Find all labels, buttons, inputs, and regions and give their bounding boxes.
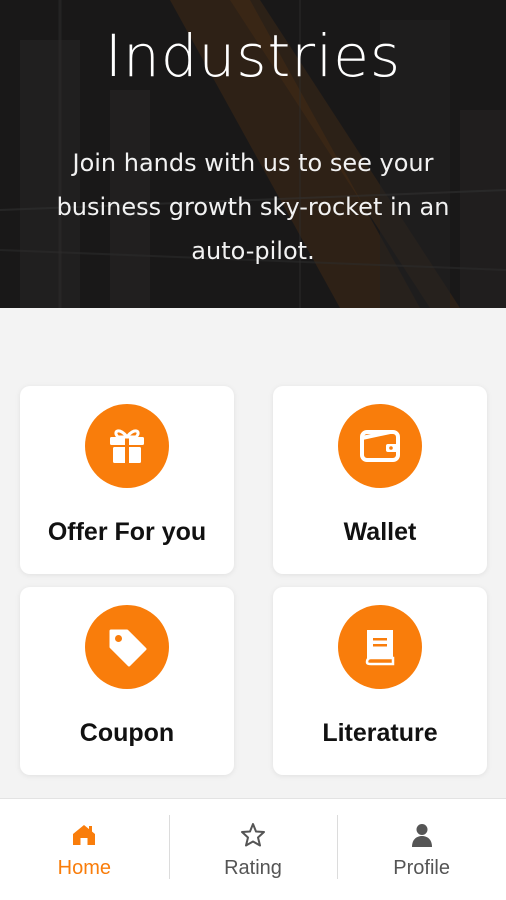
nav-item-home[interactable]: Home: [0, 799, 169, 900]
bottom-nav: Home Rating Profile: [0, 798, 506, 900]
wallet-card[interactable]: Wallet: [273, 386, 487, 574]
card-label: Coupon: [79, 719, 175, 747]
nav-label-profile: Profile: [393, 857, 450, 879]
wallet-icon: [338, 404, 422, 488]
book-icon: [338, 605, 422, 689]
literature-card[interactable]: Literature: [273, 587, 487, 775]
card-label: Offer For you: [47, 518, 207, 546]
star-icon: [240, 823, 265, 847]
coupon-card[interactable]: Coupon: [20, 587, 234, 775]
person-icon: [411, 824, 432, 847]
offer-card[interactable]: Offer For you: [20, 386, 234, 574]
home-icon: [73, 825, 96, 845]
nav-label-home: Home: [57, 857, 111, 879]
card-label: Wallet: [343, 518, 417, 546]
gift-icon: [85, 404, 169, 488]
card-label: Literature: [322, 719, 438, 747]
page-title: Industries: [104, 22, 402, 90]
nav-item-rating[interactable]: Rating: [168, 799, 338, 900]
nav-label-rating: Rating: [224, 857, 282, 879]
hero-banner: Industries Join hands with us to see you…: [0, 0, 506, 308]
tag-icon: [85, 605, 169, 689]
hero-subtitle: Join hands with us to see your business …: [56, 149, 450, 265]
nav-item-profile[interactable]: Profile: [337, 799, 506, 900]
